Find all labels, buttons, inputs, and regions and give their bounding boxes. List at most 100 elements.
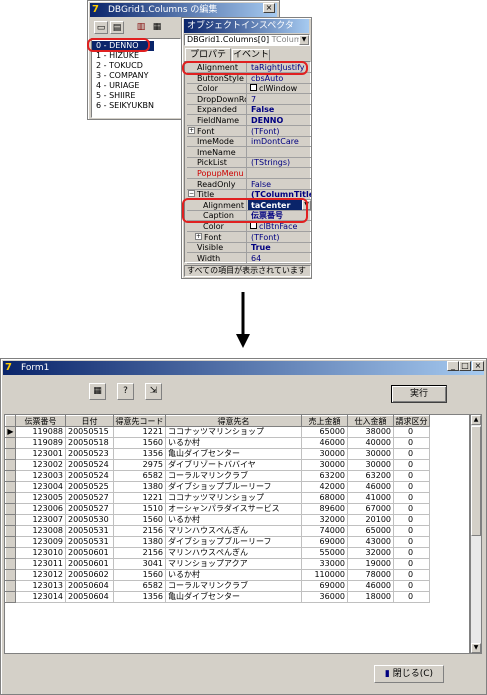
table-cell[interactable]: 36000	[301, 591, 348, 603]
table-cell[interactable]: ダイブリゾートババイヤ	[165, 459, 302, 471]
column-header[interactable]: 売上金額	[301, 415, 348, 427]
property-value[interactable]: False	[248, 104, 311, 114]
table-cell[interactable]: 55000	[301, 547, 348, 559]
scroll-thumb[interactable]	[471, 426, 481, 536]
property-value[interactable]: 64	[248, 253, 311, 263]
table-cell[interactable]: 123003	[15, 470, 66, 482]
grid-icon[interactable]: ▦	[150, 21, 164, 34]
table-row[interactable]: 123014 20050604 1356 亀山ダイブセンター 36000 18000 0	[5, 591, 430, 603]
table-cell[interactable]: 20050515	[65, 426, 114, 438]
table-row[interactable]: 123007 20050530 1560 いるか村 32000 20100 0	[5, 514, 430, 526]
table-cell[interactable]: 0	[393, 503, 430, 515]
table-cell[interactable]: 20050523	[65, 448, 114, 460]
table-cell[interactable]: 18000	[347, 591, 394, 603]
table-cell[interactable]: いるか村	[165, 514, 302, 526]
column-header[interactable]: 得意先名	[165, 415, 302, 427]
table-row[interactable]: 123006 20050527 1510 オーシャンパラダイスサービス 89600 670…	[5, 503, 430, 515]
table-cell[interactable]: 46000	[347, 580, 394, 592]
table-cell[interactable]: 2156	[113, 525, 166, 537]
property-row[interactable]: Color clWindow	[187, 83, 311, 95]
table-cell[interactable]: 46000	[347, 481, 394, 493]
table-cell[interactable]: 123006	[15, 503, 66, 515]
table-cell[interactable]: 30000	[301, 448, 348, 460]
scroll-up-icon[interactable]: ▲	[471, 415, 481, 425]
table-cell[interactable]: ダイブショップブルーリーフ	[165, 481, 302, 493]
list-item[interactable]: 3 - COMPANY	[92, 71, 180, 81]
close-icon[interactable]: ×	[472, 361, 484, 371]
property-value[interactable]: clWindow	[248, 83, 311, 93]
table-cell[interactable]: 123014	[15, 591, 66, 603]
table-row[interactable]: ▶ 119088 20050515 1221 ココナッツマリンショップ 65000 3800…	[5, 426, 430, 438]
table-cell[interactable]: 1356	[113, 591, 166, 603]
table-cell[interactable]: 20050604	[65, 591, 114, 603]
column-header[interactable]: 請求区分	[393, 415, 430, 427]
table-cell[interactable]: 1221	[113, 492, 166, 504]
export-icon[interactable]: ⇲	[145, 383, 162, 400]
property-row[interactable]: Font (TFont) +	[187, 125, 311, 137]
table-cell[interactable]: 20050525	[65, 481, 114, 493]
table-row[interactable]: 123003 20050524 6582 コーラルマリンクラブ 63200 63200 0	[5, 470, 430, 482]
chevron-down-icon[interactable]: ▼	[299, 35, 309, 45]
table-cell[interactable]: 1356	[113, 448, 166, 460]
table-cell[interactable]: 0	[393, 481, 430, 493]
vertical-scrollbar[interactable]: ▲ ▼	[470, 414, 482, 654]
property-value[interactable]: 7	[248, 94, 311, 104]
table-cell[interactable]: 20050601	[65, 558, 114, 570]
property-row[interactable]: DropDownRows7	[187, 93, 311, 105]
table-cell[interactable]: 0	[393, 437, 430, 449]
list-item[interactable]: 6 - SEIKYUKBN	[92, 101, 180, 111]
table-cell[interactable]: 69000	[301, 580, 348, 592]
close-button[interactable]: ▮ 閉じる(C)	[374, 665, 444, 683]
table-cell[interactable]: 1560	[113, 569, 166, 581]
table-cell[interactable]: いるか村	[165, 437, 302, 449]
database-icon[interactable]: ▦	[89, 383, 106, 400]
table-cell[interactable]: 42000	[301, 481, 348, 493]
table-cell[interactable]: いるか村	[165, 569, 302, 581]
table-cell[interactable]: 20050527	[65, 503, 114, 515]
table-cell[interactable]: 1380	[113, 536, 166, 548]
table-cell[interactable]: 0	[393, 470, 430, 482]
table-cell[interactable]: 123008	[15, 525, 66, 537]
table-cell[interactable]: 30000	[347, 448, 394, 460]
column-header[interactable]: 日付	[65, 415, 114, 427]
table-row[interactable]: 123012 20050602 1560 いるか村 110000 78000 0	[5, 569, 430, 581]
table-cell[interactable]: マリンショップアクア	[165, 558, 302, 570]
property-value[interactable]	[248, 147, 311, 157]
table-cell[interactable]: コーラルマリンクラブ	[165, 470, 302, 482]
table-cell[interactable]: 1560	[113, 514, 166, 526]
collapse-icon[interactable]: −	[188, 190, 195, 198]
table-cell[interactable]: 110000	[301, 569, 348, 581]
table-row[interactable]: 123001 20050523 1356 亀山ダイブセンター 30000 30000 0	[5, 448, 430, 460]
table-cell[interactable]: コーラルマリンクラブ	[165, 580, 302, 592]
table-cell[interactable]: 123009	[15, 536, 66, 548]
table-cell[interactable]: 20050604	[65, 580, 114, 592]
component-selector[interactable]: DBGrid1.Columns[0] TColumn ▼	[184, 34, 310, 46]
table-cell[interactable]: 38000	[347, 426, 394, 438]
table-cell[interactable]: 69000	[301, 536, 348, 548]
table-cell[interactable]: 20050531	[65, 536, 114, 548]
table-cell[interactable]: 20050524	[65, 470, 114, 482]
table-row[interactable]: 123013 20050604 6582 コーラルマリンクラブ 69000 46000 0	[5, 580, 430, 592]
table-cell[interactable]: 89600	[301, 503, 348, 515]
property-value[interactable]: imDontCare	[248, 136, 311, 146]
expand-icon[interactable]: +	[195, 232, 202, 240]
table-cell[interactable]: 123010	[15, 547, 66, 559]
table-cell[interactable]: 123004	[15, 481, 66, 493]
table-cell[interactable]: 0	[393, 525, 430, 537]
table-cell[interactable]: 1560	[113, 437, 166, 449]
table-cell[interactable]: 0	[393, 536, 430, 548]
table-cell[interactable]: 20050518	[65, 437, 114, 449]
property-row[interactable]: Width 64	[187, 252, 311, 264]
property-row[interactable]: PopupMenu	[187, 168, 311, 179]
table-row[interactable]: 123011 20050601 3041 マリンショップアクア 33000 19000 0	[5, 558, 430, 570]
table-row[interactable]: 123010 20050601 2156 マリンハウスぺんぎん 55000 32000 0	[5, 547, 430, 559]
table-cell[interactable]: 67000	[347, 503, 394, 515]
table-row[interactable]: 123004 20050525 1380 ダイブショップブルーリーフ 42000 4600…	[5, 481, 430, 493]
property-value[interactable]	[248, 168, 311, 178]
table-cell[interactable]: オーシャンパラダイスサービス	[165, 503, 302, 515]
property-row[interactable]: ImeMode imDontCare	[187, 136, 311, 148]
add-all-fields-icon[interactable]: ▤	[110, 21, 124, 34]
property-row[interactable]: Font (TFont) +	[187, 231, 311, 243]
property-row[interactable]: ImeName	[187, 146, 311, 158]
maximize-icon[interactable]: □	[459, 361, 471, 371]
